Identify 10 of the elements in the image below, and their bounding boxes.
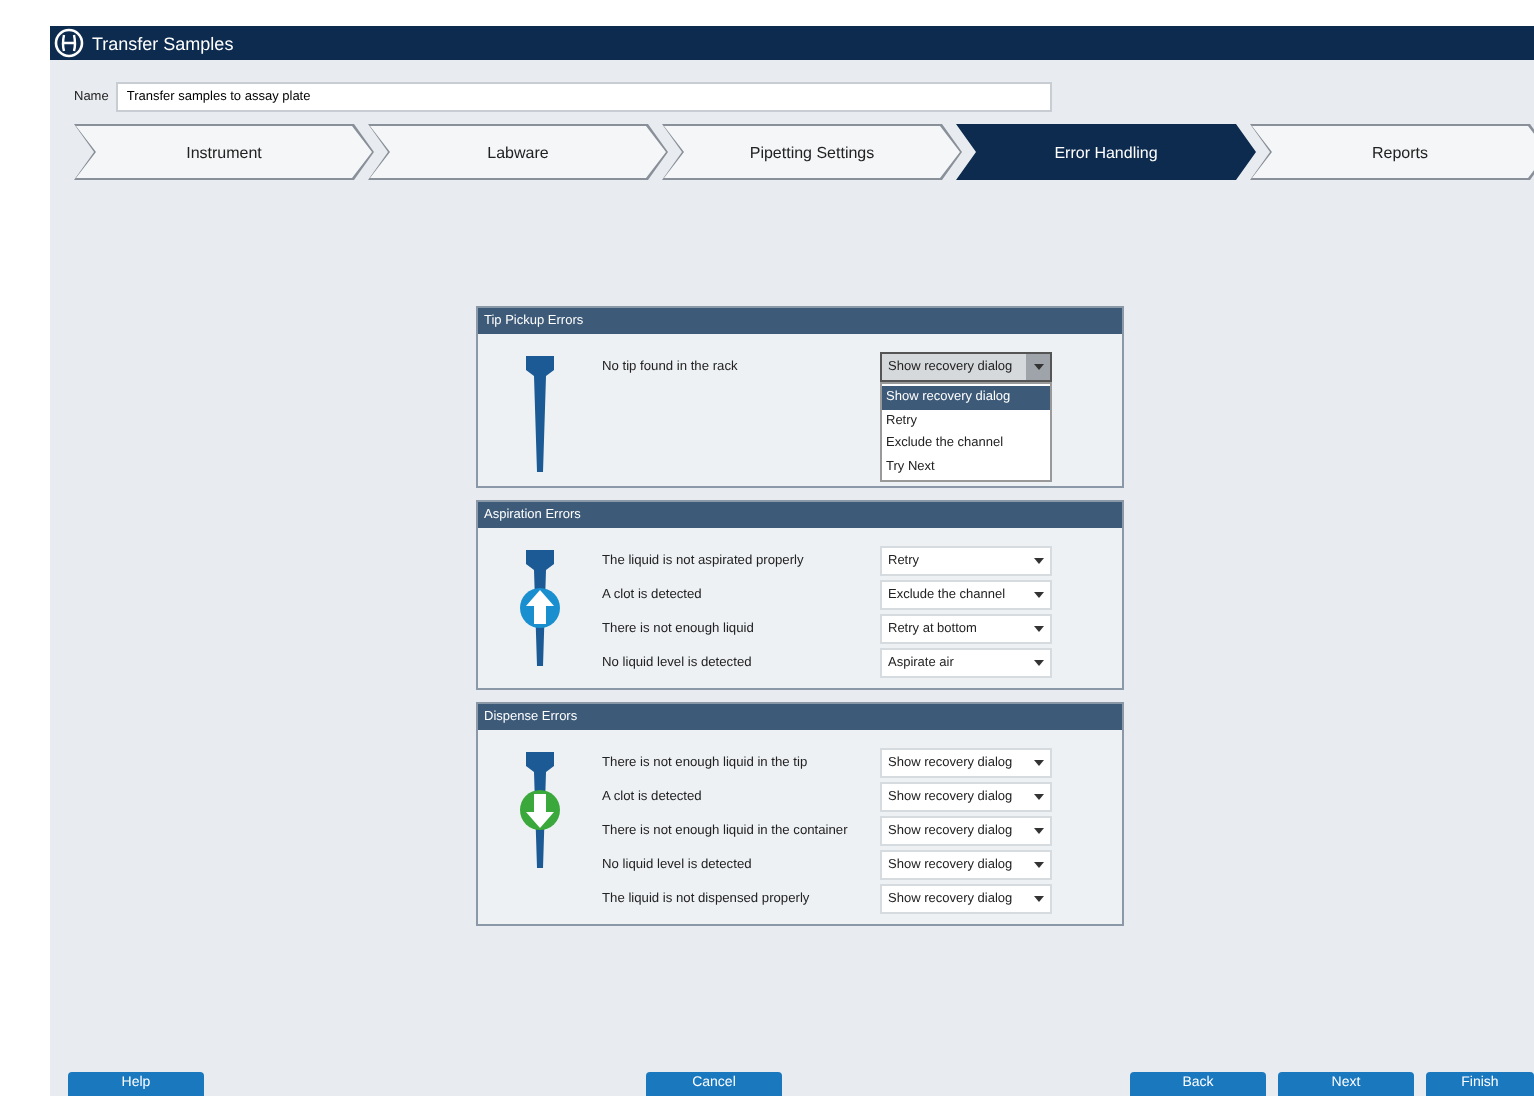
- wizard-step-tab[interactable]: Reports: [1250, 124, 1534, 180]
- tip-up-arrow-icon: [518, 550, 562, 670]
- logo-icon: [54, 28, 84, 58]
- wizard-step-tab[interactable]: Instrument: [74, 124, 374, 180]
- caret-icon: [1026, 354, 1050, 380]
- wizard-step-tab[interactable]: Labware: [368, 124, 668, 180]
- tip-down-arrow-icon: [518, 752, 562, 872]
- window-title: Transfer Samples: [92, 33, 234, 53]
- wizard-step-tab[interactable]: Pipetting Settings: [662, 124, 962, 180]
- wizard-step-tab[interactable]: Error Handling: [956, 124, 1256, 180]
